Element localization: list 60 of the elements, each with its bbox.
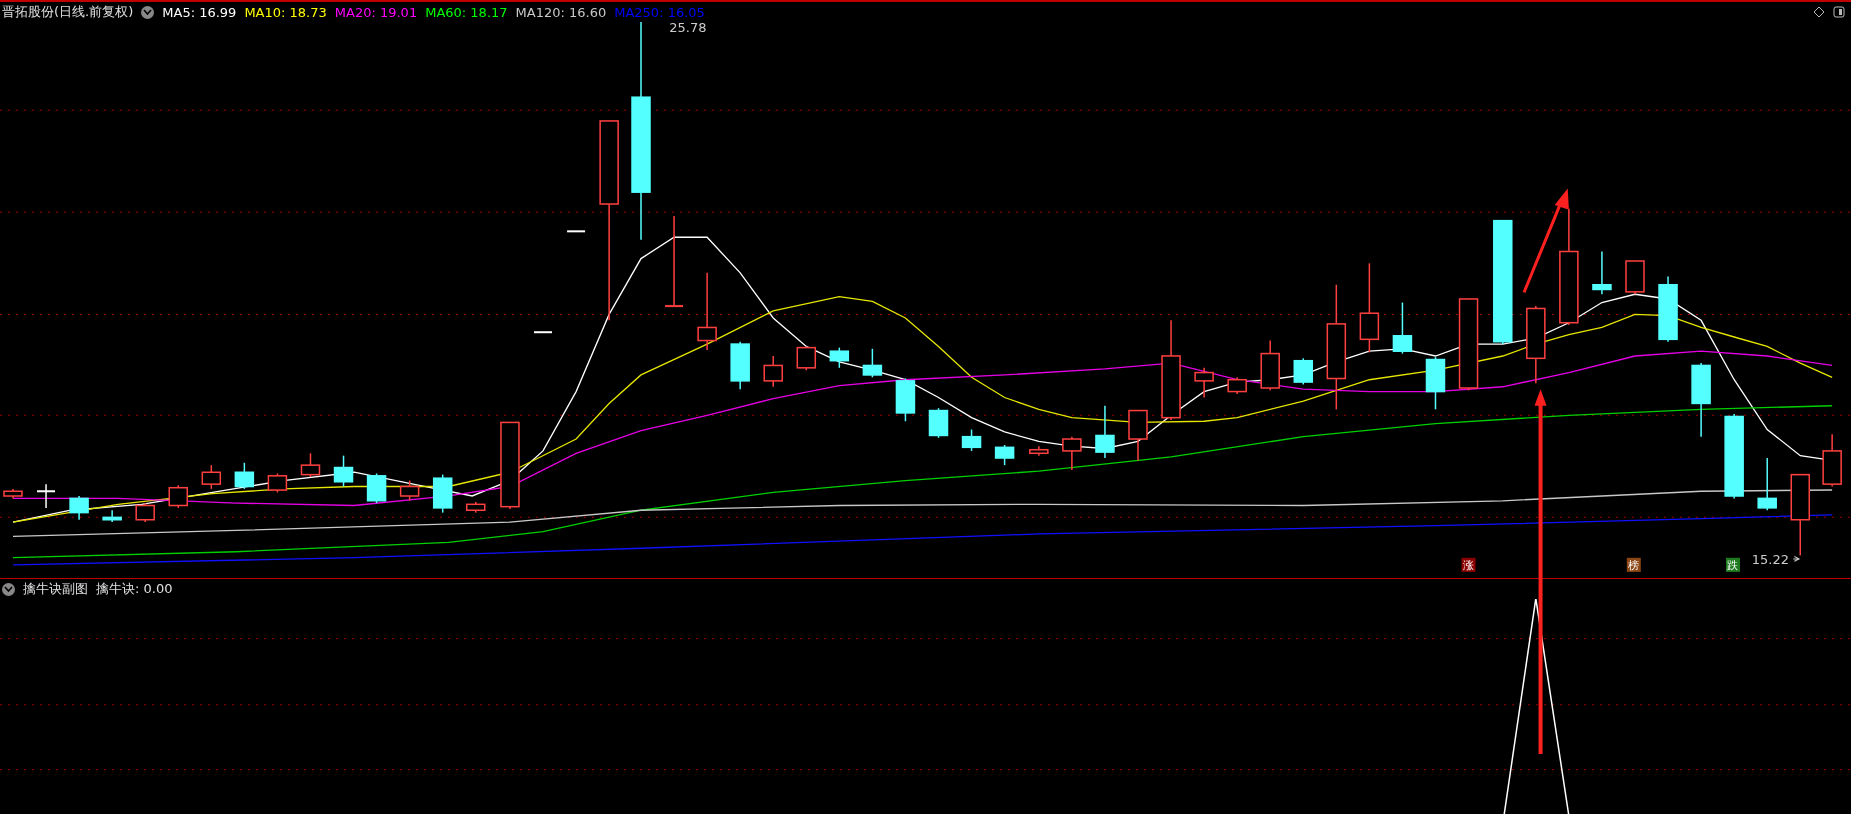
- candlestick: [234, 462, 255, 490]
- candlestick: [1757, 457, 1777, 511]
- candlestick: [862, 348, 883, 379]
- indicator-value: 擒牛诀: 0.00: [96, 580, 173, 598]
- indicator-value: MA60: 18.17: [425, 4, 508, 20]
- candlestick: [267, 472, 288, 494]
- candlestick: [534, 331, 553, 334]
- candlestick: [1095, 405, 1115, 459]
- signal-tag: 跌: [1725, 557, 1740, 572]
- candlestick: [895, 377, 916, 422]
- candlestick: [1392, 301, 1413, 355]
- candlestick: [796, 345, 817, 371]
- candlestick: [300, 452, 321, 478]
- candlestick: [432, 473, 453, 514]
- collapse-icon[interactable]: [2, 582, 15, 596]
- candlestick: [102, 509, 122, 523]
- candlestick: [1062, 435, 1082, 471]
- candlestick: [1194, 367, 1214, 399]
- candlestick: [466, 501, 486, 514]
- collapse-icon[interactable]: [141, 5, 155, 19]
- candlestick: [1293, 357, 1313, 386]
- candlestick: [366, 472, 387, 504]
- panel-icon[interactable]: [1833, 6, 1845, 18]
- pointer-arrow: [1792, 556, 1800, 562]
- candlestick: [928, 407, 949, 439]
- candlestick: [1260, 339, 1280, 392]
- candlestick: [399, 479, 420, 502]
- indicator-value: MA10: 18.73: [244, 4, 327, 20]
- indicator-value: MA250: 16.05: [614, 4, 705, 20]
- candlestick: [1227, 376, 1247, 395]
- indicator-value: MA20: 19.01: [334, 4, 418, 20]
- candlestick: [168, 484, 188, 509]
- signal-tag: 涨: [1461, 557, 1476, 572]
- candlestick: [1592, 250, 1612, 295]
- candlestick: [37, 483, 56, 509]
- candlestick: [763, 355, 783, 388]
- candlestick: [730, 340, 750, 390]
- candlestick: [333, 454, 354, 488]
- high-price-label: 25.78: [669, 22, 707, 35]
- diamond-icon[interactable]: [1813, 6, 1825, 18]
- low-price-label: 15.22: [1751, 551, 1790, 567]
- chart-title: 晋拓股份(日线.前复权): [2, 3, 134, 21]
- candlestick: [829, 346, 850, 369]
- candlestick: [994, 444, 1015, 466]
- candlestick: [567, 230, 586, 233]
- candlestick: [1625, 260, 1645, 295]
- candlestick: [1128, 409, 1148, 462]
- subchart-title: 擒牛诀副图: [23, 580, 88, 598]
- candlestick: [3, 488, 23, 500]
- candlestick: [135, 502, 155, 523]
- candlestick: [961, 428, 982, 452]
- candlestick: [1425, 356, 1446, 411]
- candlestick: [69, 495, 89, 521]
- candlestick: [1822, 433, 1842, 488]
- candlestick: [1029, 445, 1049, 457]
- candlestick: [201, 464, 222, 490]
- indicator-value: MA5: 16.99: [162, 4, 237, 20]
- indicator-value: MA120: 16.60: [515, 4, 607, 20]
- candlestick: [1658, 275, 1678, 343]
- signal-tag: 榜: [1626, 557, 1641, 572]
